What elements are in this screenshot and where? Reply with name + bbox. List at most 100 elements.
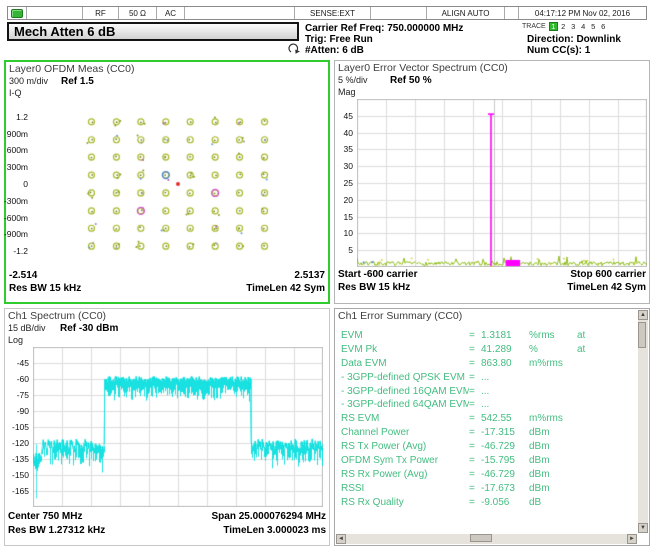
- atten-label: #Atten: 6 dB: [305, 45, 364, 56]
- y-tick-label: -900m: [4, 229, 28, 239]
- horizontal-scrollbar[interactable]: ◄ ►: [336, 534, 637, 544]
- y-tick-label: 35: [344, 144, 353, 154]
- metric-value: ...: [481, 398, 527, 412]
- rf-input-label: RF: [82, 7, 118, 19]
- res-bw-label: Res BW 1.27312 kHz: [8, 525, 105, 536]
- stop-carrier-label: Stop 600 carrier: [570, 269, 646, 280]
- summary-row: OFDM Sym Tx Power = -15.795 dBm: [337, 454, 636, 468]
- equals-sign: =: [469, 398, 481, 412]
- metric-value: -46.729: [481, 468, 527, 482]
- free-run-trigger-icon: [287, 42, 303, 55]
- metric-unit: dBm: [527, 440, 573, 454]
- y-tick-label: 600m: [7, 145, 28, 155]
- status-spacer: [504, 7, 518, 19]
- axis-type-label: I-Q: [9, 88, 22, 98]
- trace-number-button[interactable]: 6: [599, 22, 608, 31]
- impedance-label: 50 Ω: [118, 7, 156, 19]
- res-bw-label: Res BW 15 kHz: [9, 283, 81, 294]
- panel-ofdm-meas[interactable]: Layer0 OFDM Meas (CC0) 300 m/div Ref 1.5…: [4, 60, 330, 304]
- metric-name: Channel Power: [337, 426, 469, 440]
- carrier-ref-freq-label: Carrier Ref Freq: 750.000000 MHz: [305, 23, 463, 34]
- metric-name: EVM Pk: [337, 343, 469, 357]
- scrollbar-thumb[interactable]: [638, 322, 646, 348]
- metric-unit: dBm: [527, 482, 573, 496]
- metric-extra: [573, 371, 636, 385]
- panel-error-vector-spectrum[interactable]: Layer0 Error Vector Spectrum (CC0) 5 %/d…: [334, 60, 650, 304]
- ref-level-label: Ref -30 dBm: [60, 323, 118, 334]
- metric-unit: [527, 398, 573, 412]
- trace-number-button[interactable]: 1: [549, 22, 558, 31]
- y-tick-label: -90: [17, 406, 29, 416]
- panel-title: Ch1 Spectrum (CC0): [8, 310, 106, 322]
- metric-name: - 3GPP-defined 64QAM EVM: [337, 398, 469, 412]
- y-axis-ticks: -45-60-75-90-105-120-135-150-165: [5, 358, 31, 496]
- y-tick-label: 1.2: [16, 112, 28, 122]
- scroll-down-button[interactable]: ▼: [638, 523, 648, 533]
- trace-number-button[interactable]: 5: [589, 22, 598, 31]
- equals-sign: =: [469, 496, 481, 510]
- trace-number-button[interactable]: 4: [579, 22, 588, 31]
- metric-extra: at: [573, 343, 636, 357]
- y-tick-label: 0: [23, 179, 28, 189]
- panel-ch1-spectrum[interactable]: Ch1 Spectrum (CC0) 15 dB/div Ref -30 dBm…: [4, 308, 330, 546]
- metric-extra: [573, 357, 636, 371]
- scroll-up-button[interactable]: ▲: [638, 310, 648, 320]
- spectrum-plot[interactable]: [33, 347, 323, 507]
- scrollbar-track[interactable]: [346, 534, 627, 544]
- equals-sign: =: [469, 468, 481, 482]
- metric-extra: [573, 398, 636, 412]
- status-spacer: [184, 7, 294, 19]
- y-tick-label: 900m: [7, 129, 28, 139]
- panel-title: Layer0 Error Vector Spectrum (CC0): [338, 62, 508, 74]
- equals-sign: =: [469, 440, 481, 454]
- summary-row: EVM Pk = 41.289 % at: [337, 343, 636, 357]
- metric-name: Data EVM: [337, 357, 469, 371]
- metric-extra: [573, 385, 636, 399]
- metric-unit: dBm: [527, 454, 573, 468]
- metric-unit: m%rms: [527, 412, 573, 426]
- metric-value: 1.3181: [481, 329, 527, 343]
- evm-spectrum-plot[interactable]: [357, 99, 647, 267]
- y-tick-label: -165: [12, 486, 29, 496]
- equals-sign: =: [469, 371, 481, 385]
- scale-per-div-label: 5 %/div: [338, 75, 390, 85]
- metric-extra: [573, 412, 636, 426]
- y-tick-label: 15: [344, 212, 353, 222]
- scroll-left-button[interactable]: ◄: [336, 534, 346, 544]
- summary-row: Data EVM = 863.80 m%rms: [337, 357, 636, 371]
- scroll-right-button[interactable]: ►: [627, 534, 637, 544]
- y-tick-label: 10: [344, 228, 353, 238]
- metric-value: 41.289: [481, 343, 527, 357]
- y-axis-ticks: 1.2900m600m300m0-300m-600m-900m-1.2: [7, 112, 30, 256]
- scale-per-div-label: 300 m/div: [9, 76, 61, 86]
- scrollbar-thumb[interactable]: [470, 534, 492, 542]
- coupling-label: AC: [156, 7, 184, 19]
- equals-sign: =: [469, 343, 481, 357]
- y-tick-label: -600m: [4, 213, 28, 223]
- scrollbar-track[interactable]: [638, 320, 648, 523]
- status-indicator-icon: [11, 9, 23, 18]
- metric-value: -9.056: [481, 496, 527, 510]
- status-spacer: [26, 7, 82, 19]
- trace-number-button[interactable]: 2: [559, 22, 568, 31]
- status-spacer: [370, 7, 426, 19]
- vertical-scrollbar[interactable]: ▲ ▼: [638, 310, 648, 533]
- metric-unit: %rms: [527, 329, 573, 343]
- metric-unit: [527, 371, 573, 385]
- metric-value: -15.795: [481, 454, 527, 468]
- metric-name: - 3GPP-defined 16QAM EVM: [337, 385, 469, 399]
- y-tick-label: -150: [12, 470, 29, 480]
- y-tick-label: -120: [12, 438, 29, 448]
- time-len-label: TimeLen 3.000023 ms: [223, 525, 326, 536]
- metric-unit: %: [527, 343, 573, 357]
- equals-sign: =: [469, 482, 481, 496]
- metric-name: RS Rx Power (Avg): [337, 468, 469, 482]
- metric-value: ...: [481, 371, 527, 385]
- constellation-plot[interactable]: [32, 100, 324, 268]
- axis-type-label: Mag: [338, 87, 356, 97]
- trace-number-button[interactable]: 3: [569, 22, 578, 31]
- y-tick-label: -1.2: [13, 246, 28, 256]
- datetime-label: 04:17:12 PM Nov 02, 2016: [518, 7, 646, 19]
- panel-error-summary[interactable]: Ch1 Error Summary (CC0) EVM = 1.3181 %rm…: [334, 308, 650, 546]
- metric-value: -17.673: [481, 482, 527, 496]
